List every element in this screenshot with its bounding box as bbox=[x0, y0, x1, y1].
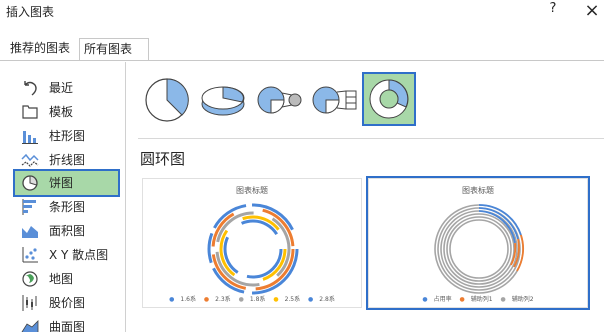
ring-series-6 bbox=[449, 219, 509, 279]
chart-preview-1[interactable]: 图表标题 ● 1.6系 ● 2.3系 ● 1.8系 ● 2.5系 ● 2.8系 bbox=[142, 178, 362, 308]
ring-series-4 bbox=[443, 213, 515, 285]
section-title: 圆环图 bbox=[140, 150, 186, 168]
sidebar-item-label: 曲面图 bbox=[49, 320, 86, 332]
legend-entry: 2.5系 bbox=[284, 296, 301, 303]
sidebar-item-surface[interactable]: 曲面图 bbox=[15, 315, 118, 332]
line-chart-icon bbox=[21, 153, 39, 167]
preview-legend: ● 1.6系 ● 2.3系 ● 1.8系 ● 2.5系 ● 2.8系 bbox=[169, 296, 335, 303]
sidebar-item-label: 柱形图 bbox=[49, 129, 86, 143]
sidebar-item-map[interactable]: 地图 bbox=[15, 267, 118, 291]
pie-chart-icon bbox=[22, 175, 38, 191]
doughnut-icon[interactable] bbox=[362, 72, 416, 126]
sidebar-item-templates[interactable]: 模板 bbox=[15, 100, 118, 124]
doughnut-preview-chart bbox=[207, 203, 299, 295]
tab-recommended-charts[interactable]: 推荐的图表 bbox=[6, 38, 76, 60]
ring-series-4 bbox=[219, 215, 287, 283]
sidebar-item-label: 地图 bbox=[49, 272, 74, 286]
sidebar-item-label: 折线图 bbox=[49, 153, 86, 167]
dialog-title: 插入图表 bbox=[6, 5, 55, 19]
ring-series-3 bbox=[215, 211, 291, 287]
template-icon bbox=[22, 105, 38, 119]
chart-type-sidebar: 最近 模板 柱形图 折线图 饼图 条形图 面积图 X Y 散点图 地图 股价图 … bbox=[6, 62, 126, 332]
legend-entry: 2.8系 bbox=[319, 296, 335, 303]
area-chart-icon bbox=[22, 226, 38, 238]
sidebar-item-label: 模板 bbox=[49, 105, 74, 119]
preview-legend: ● 占用率 ● 辅助列1 ● 辅助列2 bbox=[422, 296, 534, 303]
bar-of-pie-icon[interactable] bbox=[310, 74, 360, 124]
subtype-separator bbox=[138, 138, 604, 139]
column-chart-icon bbox=[22, 131, 38, 144]
doughnut-preview-chart bbox=[434, 204, 524, 294]
undo-icon bbox=[24, 81, 37, 96]
sidebar-item-label: X Y 散点图 bbox=[49, 248, 109, 262]
sidebar-item-stock[interactable]: 股价图 bbox=[15, 291, 118, 315]
map-icon bbox=[22, 271, 38, 287]
legend-entry: 占用率 bbox=[433, 296, 452, 303]
sidebar-item-label: 股价图 bbox=[49, 296, 86, 310]
chart-preview-2[interactable]: 图表标题 ● 占用率 ● 辅助列1 ● 辅助列2 bbox=[366, 176, 590, 310]
legend-entry: 辅助列1 bbox=[470, 296, 493, 303]
stock-chart-icon bbox=[22, 295, 37, 311]
ring-series-5 bbox=[223, 219, 283, 279]
sidebar-item-label: 最近 bbox=[49, 81, 74, 95]
legend-entry: 2.3系 bbox=[215, 296, 231, 303]
title-bar: 插入图表 ? × bbox=[0, 0, 604, 26]
preview-chart-title: 图表标题 bbox=[236, 186, 268, 195]
sidebar-item-label: 条形图 bbox=[49, 200, 86, 214]
sidebar-item-column[interactable]: 柱形图 bbox=[15, 124, 118, 148]
sidebar-item-label: 饼图 bbox=[49, 176, 74, 190]
pie-of-pie-icon[interactable] bbox=[254, 74, 304, 124]
sidebar-item-area[interactable]: 面积图 bbox=[15, 219, 118, 243]
ring-series-5 bbox=[446, 216, 512, 282]
sidebar-item-line[interactable]: 折线图 bbox=[15, 148, 118, 172]
scatter-chart-icon bbox=[22, 247, 38, 263]
sidebar-item-scatter[interactable]: X Y 散点图 bbox=[15, 243, 118, 267]
help-button[interactable]: ? bbox=[546, 1, 560, 21]
surface-chart-icon bbox=[21, 320, 39, 332]
pie-icon[interactable] bbox=[142, 74, 192, 124]
sidebar-item-pie[interactable]: 饼图 bbox=[13, 169, 120, 197]
bar-chart-icon bbox=[22, 199, 36, 215]
tab-panel-border bbox=[0, 60, 604, 61]
chart-subtype-panel: 圆环图 图表标题 ● 1.6系 ● 2.3系 ● 1.8系 ● 2.5系 ● 2.8系 图… bbox=[138, 62, 604, 332]
3d-pie-icon[interactable] bbox=[198, 74, 248, 124]
sidebar-item-recent[interactable]: 最近 bbox=[15, 76, 118, 100]
tab-all-charts[interactable]: 所有图表 bbox=[79, 38, 149, 61]
close-button[interactable]: × bbox=[583, 0, 601, 22]
legend-entry: 1.8系 bbox=[249, 296, 266, 303]
sidebar-item-bar[interactable]: 条形图 bbox=[15, 195, 118, 219]
legend-entry: 1.6系 bbox=[180, 296, 196, 303]
sidebar-item-label: 面积图 bbox=[49, 224, 86, 238]
legend-entry: 辅助列2 bbox=[511, 296, 534, 303]
preview-chart-title: 图表标题 bbox=[462, 186, 494, 195]
